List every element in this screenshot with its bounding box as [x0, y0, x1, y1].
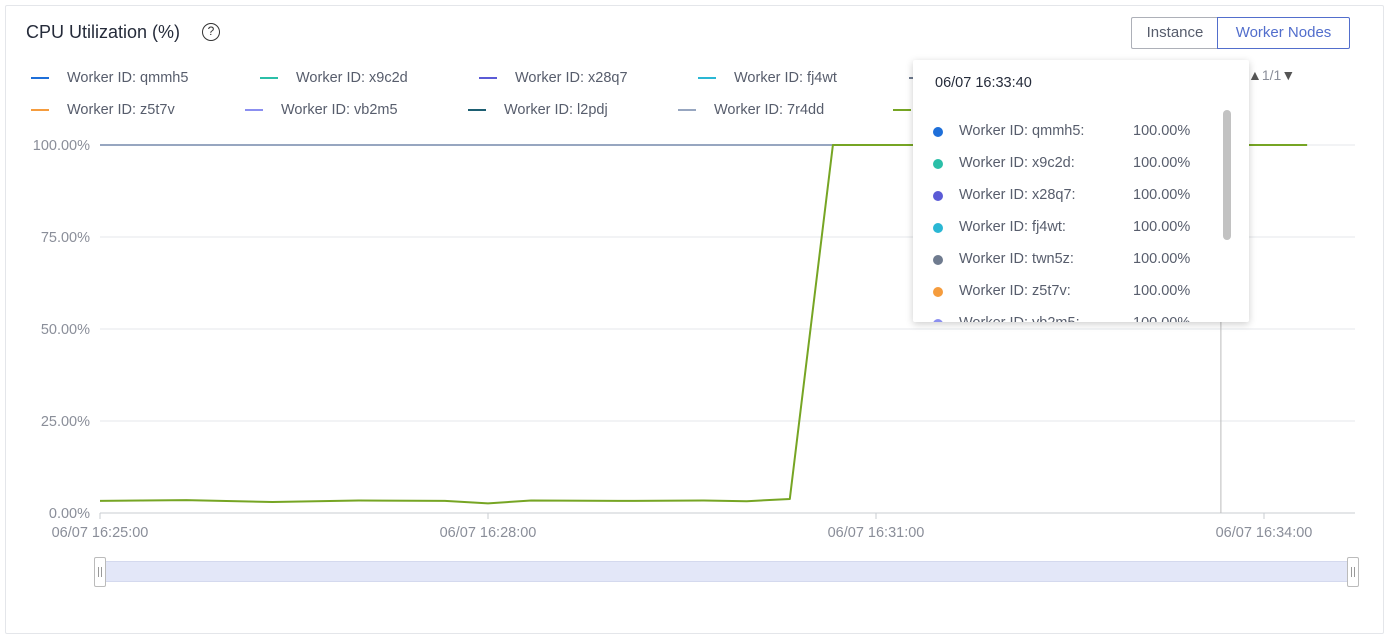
tooltip-series-name: Worker ID: z5t7v:: [959, 283, 1071, 299]
tooltip-series-name: Worker ID: qmmh5:: [959, 123, 1085, 139]
tooltip-scrollbar[interactable]: [1223, 110, 1231, 240]
y-tick-label: 100.00%: [33, 138, 90, 154]
x-tick-label: 06/07 16:31:00: [828, 525, 925, 541]
tooltip-series-name: Worker ID: x9c2d:: [959, 155, 1075, 171]
tooltip-series-value: 100.00%: [1133, 283, 1191, 299]
y-tick-label: 0.00%: [49, 506, 90, 522]
tooltip-series-value: 100.00%: [1133, 187, 1191, 203]
zoom-slider-right-handle[interactable]: [1347, 557, 1359, 587]
chart-tooltip: 06/07 16:33:40 Worker ID: qmmh5: 100.00% W…: [913, 60, 1249, 322]
series-dot: [933, 223, 943, 233]
zoom-slider-track[interactable]: [100, 561, 1353, 582]
tooltip-series-value: 100.00%: [1133, 123, 1191, 139]
series-dot: [933, 287, 943, 297]
y-tick-label: 25.00%: [41, 414, 90, 430]
series-dot: [933, 255, 943, 265]
tooltip-series-value: 100.00%: [1133, 315, 1190, 322]
series-dot: [933, 159, 943, 169]
tooltip-series-value: 100.00%: [1133, 155, 1191, 171]
series-dot: [933, 319, 943, 322]
tooltip-series-name: Worker ID: x28q7:: [959, 187, 1076, 203]
tooltip-series-value: 100.00%: [1133, 219, 1191, 235]
tooltip-series-name: Worker ID: fj4wt:: [959, 219, 1066, 235]
y-tick-label: 75.00%: [41, 230, 90, 246]
zoom-slider-left-handle[interactable]: [94, 557, 106, 587]
tooltip-time: 06/07 16:33:40: [935, 75, 1032, 91]
x-tick-label: 06/07 16:25:00: [52, 525, 149, 541]
y-tick-label: 50.00%: [41, 322, 90, 338]
x-tick-label: 06/07 16:34:00: [1216, 525, 1313, 541]
series-dot: [933, 127, 943, 137]
tooltip-series-value: 100.00%: [1133, 251, 1191, 267]
x-tick-label: 06/07 16:28:00: [440, 525, 537, 541]
tooltip-series-name: Worker ID: vb2m5:: [959, 315, 1080, 322]
tooltip-series-name: Worker ID: twn5z:: [959, 251, 1074, 267]
series-dot: [933, 191, 943, 201]
